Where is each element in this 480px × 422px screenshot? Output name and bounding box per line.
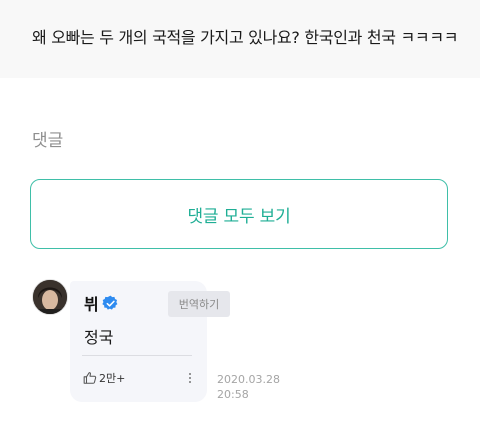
author-name[interactable]: 뷔: [84, 291, 99, 315]
post-body: 왜 오빠는 두 개의 국적을 가지고 있나요? 한국인과 천국 ㅋㅋㅋㅋ: [0, 0, 480, 78]
comment-author: 뷔: [84, 291, 119, 315]
view-all-comments-label: 댓글 모두 보기: [187, 206, 291, 227]
comment-timestamp: 2020.03.28 20:58: [217, 372, 280, 402]
like-count: 2만+: [99, 372, 126, 385]
comment-bubble: 뷔 번역하기 정국 2만+: [70, 281, 230, 402]
comment-text: 정국: [84, 328, 114, 347]
comments-heading: 댓글: [32, 131, 64, 151]
thumbs-up-icon: [83, 372, 97, 384]
post-text: 왜 오빠는 두 개의 국적을 가지고 있나요? 한국인과 천국 ㅋㅋㅋㅋ: [32, 28, 459, 47]
avatar-image: [33, 280, 67, 314]
more-vertical-icon[interactable]: [187, 373, 193, 387]
comment-time: 20:58: [217, 388, 249, 401]
divider: [82, 355, 192, 356]
verified-badge-icon: [102, 295, 118, 310]
view-all-comments-button[interactable]: 댓글 모두 보기: [30, 179, 448, 249]
like-button[interactable]: 2만+: [83, 370, 125, 386]
translate-button[interactable]: 번역하기: [168, 291, 230, 317]
comment-date: 2020.03.28: [217, 373, 280, 386]
avatar[interactable]: [32, 279, 68, 315]
